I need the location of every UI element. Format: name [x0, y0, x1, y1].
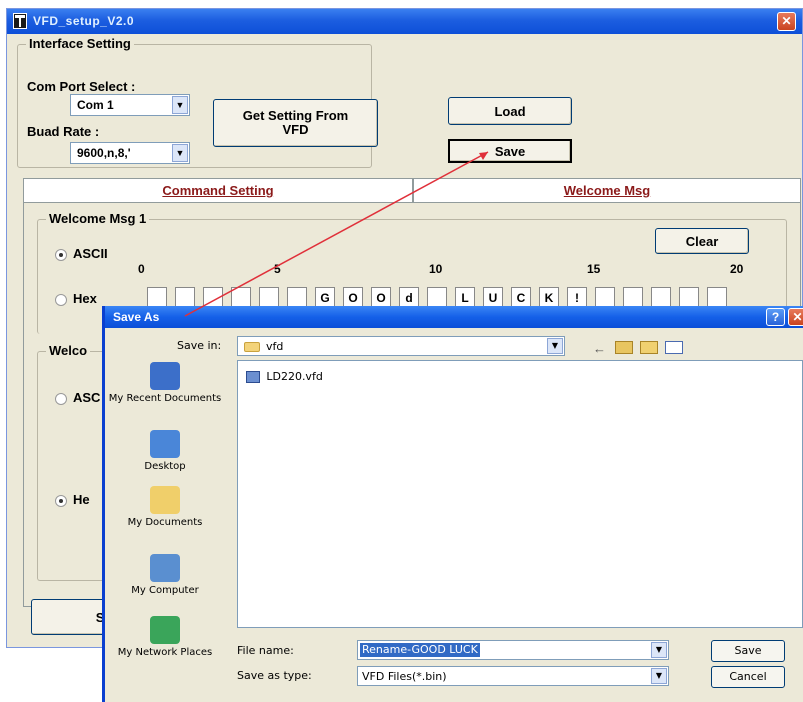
- ascii-radio[interactable]: [55, 249, 67, 261]
- network-places-icon: [150, 616, 180, 644]
- save-as-title-bar[interactable]: Save As ? ✕: [105, 306, 803, 328]
- hex2-radio-label: He: [73, 492, 90, 507]
- baud-rate-value: 9600,n,8,': [77, 146, 131, 160]
- tab-welcome-msg[interactable]: Welcome Msg: [413, 178, 801, 204]
- ascii2-radio[interactable]: [55, 393, 67, 405]
- place-desktop[interactable]: Desktop: [105, 430, 225, 472]
- file-name-label: File name:: [237, 644, 294, 657]
- chevron-down-icon[interactable]: ▼: [651, 642, 667, 658]
- back-icon[interactable]: ←: [593, 341, 606, 356]
- desktop-icon: [150, 430, 180, 458]
- file-item[interactable]: LD220.vfd: [246, 369, 323, 383]
- ascii-radio-label: ASCII: [73, 246, 108, 261]
- com-port-select[interactable]: Com 1 ▼: [70, 94, 190, 116]
- save-in-label: Save in:: [177, 339, 222, 352]
- com-port-label: Com Port Select :: [27, 79, 136, 94]
- tick-label: 5: [274, 262, 281, 276]
- place-label: My Documents: [127, 517, 203, 528]
- save-type-select[interactable]: VFD Files(*.bin) ▼: [357, 666, 669, 686]
- app-icon: [13, 13, 27, 29]
- file-list[interactable]: LD220.vfd: [237, 360, 803, 628]
- baud-rate-label: Buad Rate :: [27, 124, 100, 139]
- interface-setting-legend: Interface Setting: [26, 36, 134, 51]
- get-setting-button[interactable]: Get Setting From VFD: [213, 99, 378, 147]
- get-setting-line2: VFD: [282, 122, 309, 137]
- baud-rate-select[interactable]: 9600,n,8,' ▼: [70, 142, 190, 164]
- main-title-bar[interactable]: VFD_setup_V2.0 ✕: [7, 9, 802, 34]
- file-name-input[interactable]: Rename-GOOD LUCK ▼: [357, 640, 669, 660]
- ascii2-radio-label: ASC: [73, 390, 101, 405]
- window-title: VFD_setup_V2.0: [33, 14, 135, 28]
- place-label: My Computer: [131, 585, 199, 596]
- chevron-down-icon[interactable]: ▼: [172, 96, 188, 114]
- tick-label: 15: [587, 262, 601, 276]
- save-button[interactable]: Save: [448, 139, 572, 163]
- recent-docs-icon: [150, 362, 180, 390]
- file-name-value: Rename-GOOD LUCK: [360, 643, 480, 657]
- place-recent-documents[interactable]: My Recent Documents: [105, 362, 225, 404]
- my-computer-icon: [150, 554, 180, 582]
- get-setting-line1: Get Setting From: [242, 108, 349, 123]
- hex-radio-label: Hex: [73, 291, 97, 306]
- hex-radio[interactable]: [55, 294, 67, 306]
- hex2-radio[interactable]: [55, 495, 67, 507]
- save-type-label: Save as type:: [237, 669, 312, 682]
- close-icon[interactable]: ✕: [788, 308, 803, 326]
- my-documents-icon: [150, 486, 180, 514]
- file-icon: [246, 370, 260, 383]
- chevron-down-icon[interactable]: ▼: [547, 338, 563, 354]
- dialog-cancel-button[interactable]: Cancel: [711, 666, 785, 688]
- chevron-down-icon[interactable]: ▼: [651, 668, 667, 684]
- welcome-msg2-legend: Welco: [46, 343, 91, 358]
- tick-label: 0: [138, 262, 145, 276]
- views-menu-icon[interactable]: [665, 341, 683, 354]
- place-network[interactable]: My Network Places: [105, 616, 225, 658]
- place-my-documents[interactable]: My Documents: [105, 486, 225, 528]
- save-type-value: VFD Files(*.bin): [362, 670, 447, 683]
- folder-icon: [244, 342, 260, 352]
- file-name: LD220.vfd: [266, 370, 323, 383]
- com-port-value: Com 1: [77, 98, 114, 112]
- tick-label: 20: [730, 262, 744, 276]
- save-as-dialog: Save As ? ✕ Save in: vfd ▼ ← My Recent D…: [102, 306, 803, 702]
- place-label: Desktop: [144, 461, 186, 472]
- dialog-save-button[interactable]: Save: [711, 640, 785, 662]
- save-as-title: Save As: [113, 310, 160, 324]
- tab-command-setting[interactable]: Command Setting: [23, 178, 413, 204]
- load-button[interactable]: Load: [448, 97, 572, 125]
- help-icon[interactable]: ?: [766, 308, 785, 326]
- place-label: My Recent Documents: [108, 393, 222, 404]
- clear-button[interactable]: Clear: [655, 228, 749, 254]
- up-folder-icon[interactable]: [615, 341, 633, 354]
- save-in-value: vfd: [266, 340, 284, 353]
- tick-label: 10: [429, 262, 443, 276]
- new-folder-icon[interactable]: [640, 341, 658, 354]
- save-in-select[interactable]: vfd ▼: [237, 336, 565, 356]
- close-icon[interactable]: ✕: [777, 12, 796, 31]
- place-label: My Network Places: [117, 647, 213, 658]
- welcome-msg1-legend: Welcome Msg 1: [46, 211, 150, 226]
- place-my-computer[interactable]: My Computer: [105, 554, 225, 596]
- chevron-down-icon[interactable]: ▼: [172, 144, 188, 162]
